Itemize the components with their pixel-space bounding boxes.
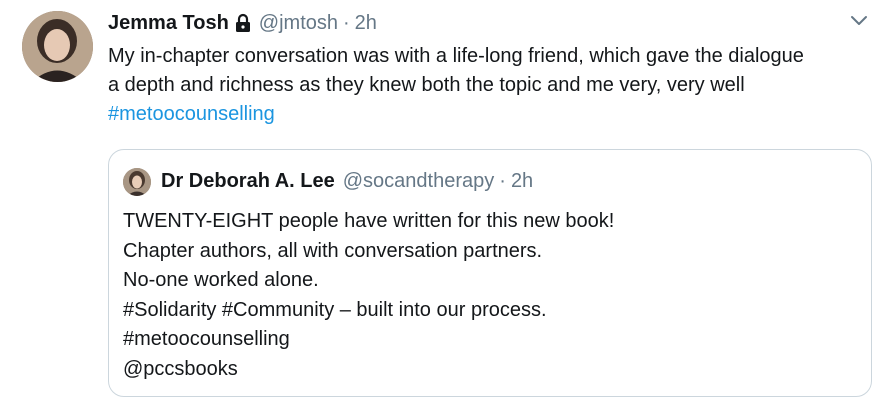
tweet-text-line: a depth and richness as they knew both t… bbox=[108, 74, 745, 96]
quoted-text-line: #metoocounselling bbox=[123, 328, 290, 350]
avatar[interactable] bbox=[22, 11, 93, 82]
quoted-text-line: Chapter authors, all with conversation p… bbox=[123, 239, 543, 262]
quoted-time[interactable]: 2h bbox=[511, 170, 533, 193]
tweet-text-line: My in-chapter conversation was with a li… bbox=[108, 45, 804, 67]
quoted-avatar-photo bbox=[123, 168, 151, 196]
quoted-avatar[interactable] bbox=[123, 168, 151, 196]
quoted-author-handle[interactable]: @socandtherapy bbox=[343, 170, 495, 193]
quoted-separator-dot: · bbox=[499, 169, 506, 192]
author-handle[interactable]: @jmtosh bbox=[259, 12, 338, 35]
tweet-time[interactable]: 2h bbox=[355, 12, 377, 35]
quoted-tweet[interactable]: Dr Deborah A. Lee @socandtherapy · 2h TW… bbox=[108, 149, 872, 397]
quoted-text-line: TWENTY-EIGHT people have written for thi… bbox=[123, 210, 615, 232]
chevron-down-icon[interactable] bbox=[849, 14, 869, 28]
quoted-text-line: #Solidarity #Community – built into our … bbox=[123, 298, 547, 321]
author-name[interactable]: Jemma Tosh bbox=[108, 12, 229, 35]
quoted-author-name[interactable]: Dr Deborah A. Lee bbox=[161, 170, 335, 193]
quoted-header: Dr Deborah A. Lee @socandtherapy · 2h bbox=[161, 166, 533, 196]
avatar-photo bbox=[22, 11, 93, 82]
tweet-text: My in-chapter conversation was with a li… bbox=[108, 42, 878, 129]
tweet-header: Jemma Tosh @jmtosh · 2h bbox=[108, 8, 377, 38]
tweet[interactable]: Jemma Tosh @jmtosh · 2h My in-chapter co… bbox=[0, 0, 887, 411]
lock-icon bbox=[235, 13, 251, 33]
quoted-text: TWENTY-EIGHT people have written for thi… bbox=[123, 207, 614, 384]
separator-dot: · bbox=[343, 11, 350, 34]
hashtag-link[interactable]: #metoocounselling bbox=[108, 100, 878, 129]
quoted-text-line: @pccsbooks bbox=[123, 357, 238, 380]
quoted-text-line: No-one worked alone. bbox=[123, 269, 319, 291]
